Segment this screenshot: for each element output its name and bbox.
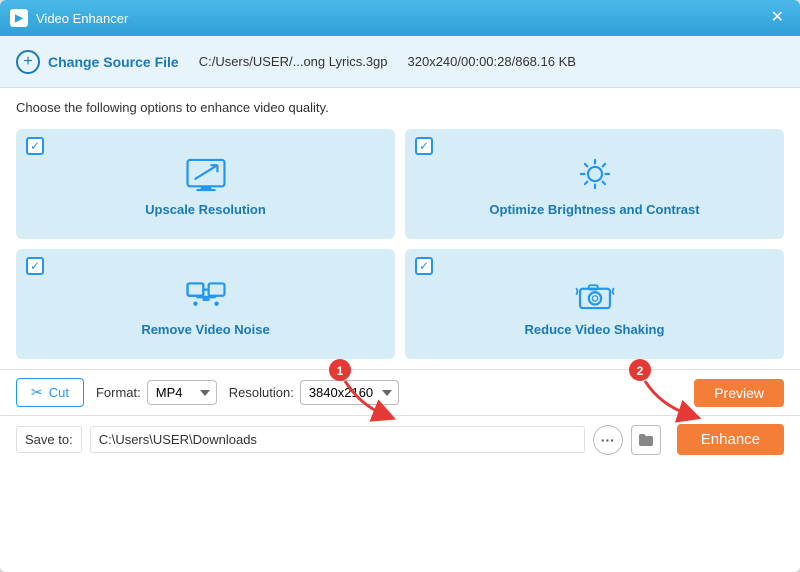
cut-label: Cut xyxy=(49,385,69,400)
folder-icon xyxy=(638,433,654,447)
option-card-upscale: Upscale Resolution xyxy=(16,129,395,239)
noise-icon xyxy=(181,274,231,314)
save-row: Save to: ··· Enhance xyxy=(0,415,800,463)
browse-folder-button[interactable] xyxy=(631,425,661,455)
brightness-checkbox[interactable] xyxy=(415,137,433,155)
toolbar: ✂ Cut Format: MP4 MOV AVI MKV WMV Resolu… xyxy=(0,369,800,415)
upscale-icon xyxy=(181,154,231,194)
option-card-brightness: Optimize Brightness and Contrast xyxy=(405,129,784,239)
shaking-icon xyxy=(570,274,620,314)
change-source-button[interactable]: + Change Source File xyxy=(16,50,179,74)
brightness-label: Optimize Brightness and Contrast xyxy=(489,202,699,217)
save-row-wrapper: Save to: ··· Enhance 1 2 xyxy=(0,415,800,463)
option-card-noise: Remove Video Noise xyxy=(16,249,395,359)
file-path: C:/Users/USER/...ong Lyrics.3gp xyxy=(199,54,388,69)
change-source-label: Change Source File xyxy=(48,54,179,70)
noise-label: Remove Video Noise xyxy=(141,322,269,337)
header-row: + Change Source File C:/Users/USER/...on… xyxy=(0,36,800,88)
options-grid: Upscale Resolution Optimize Brightness a xyxy=(0,123,800,369)
format-group: Format: MP4 MOV AVI MKV WMV xyxy=(96,380,217,405)
file-info: 320x240/00:00:28/868.16 KB xyxy=(408,54,576,69)
cut-button[interactable]: ✂ Cut xyxy=(16,378,84,407)
format-label: Format: xyxy=(96,385,141,400)
browse-dots-button[interactable]: ··· xyxy=(593,425,623,455)
video-enhancer-window: ▶ Video Enhancer ✕ + Change Source File … xyxy=(0,0,800,572)
close-button[interactable]: ✕ xyxy=(765,8,790,28)
title-bar: ▶ Video Enhancer ✕ xyxy=(0,0,800,36)
preview-button[interactable]: Preview xyxy=(694,379,784,407)
noise-checkbox[interactable] xyxy=(26,257,44,275)
option-card-shaking: Reduce Video Shaking xyxy=(405,249,784,359)
add-circle-icon: + xyxy=(16,50,40,74)
save-path-input[interactable] xyxy=(90,426,585,453)
enhance-button[interactable]: Enhance xyxy=(677,424,784,455)
upscale-checkbox[interactable] xyxy=(26,137,44,155)
resolution-group: Resolution: 3840x2160 1920x1080 1280x720… xyxy=(229,380,399,405)
instructions-text: Choose the following options to enhance … xyxy=(0,88,800,123)
shaking-checkbox[interactable] xyxy=(415,257,433,275)
shaking-label: Reduce Video Shaking xyxy=(525,322,665,337)
scissors-icon: ✂ xyxy=(31,384,43,401)
window-title: Video Enhancer xyxy=(36,11,128,26)
resolution-select[interactable]: 3840x2160 1920x1080 1280x720 640x480 xyxy=(300,380,399,405)
save-to-label: Save to: xyxy=(16,426,82,453)
brightness-icon xyxy=(570,154,620,194)
app-icon: ▶ xyxy=(10,9,28,27)
format-select[interactable]: MP4 MOV AVI MKV WMV xyxy=(147,380,217,405)
title-bar-left: ▶ Video Enhancer xyxy=(10,9,128,27)
resolution-label: Resolution: xyxy=(229,385,294,400)
upscale-label: Upscale Resolution xyxy=(145,202,266,217)
